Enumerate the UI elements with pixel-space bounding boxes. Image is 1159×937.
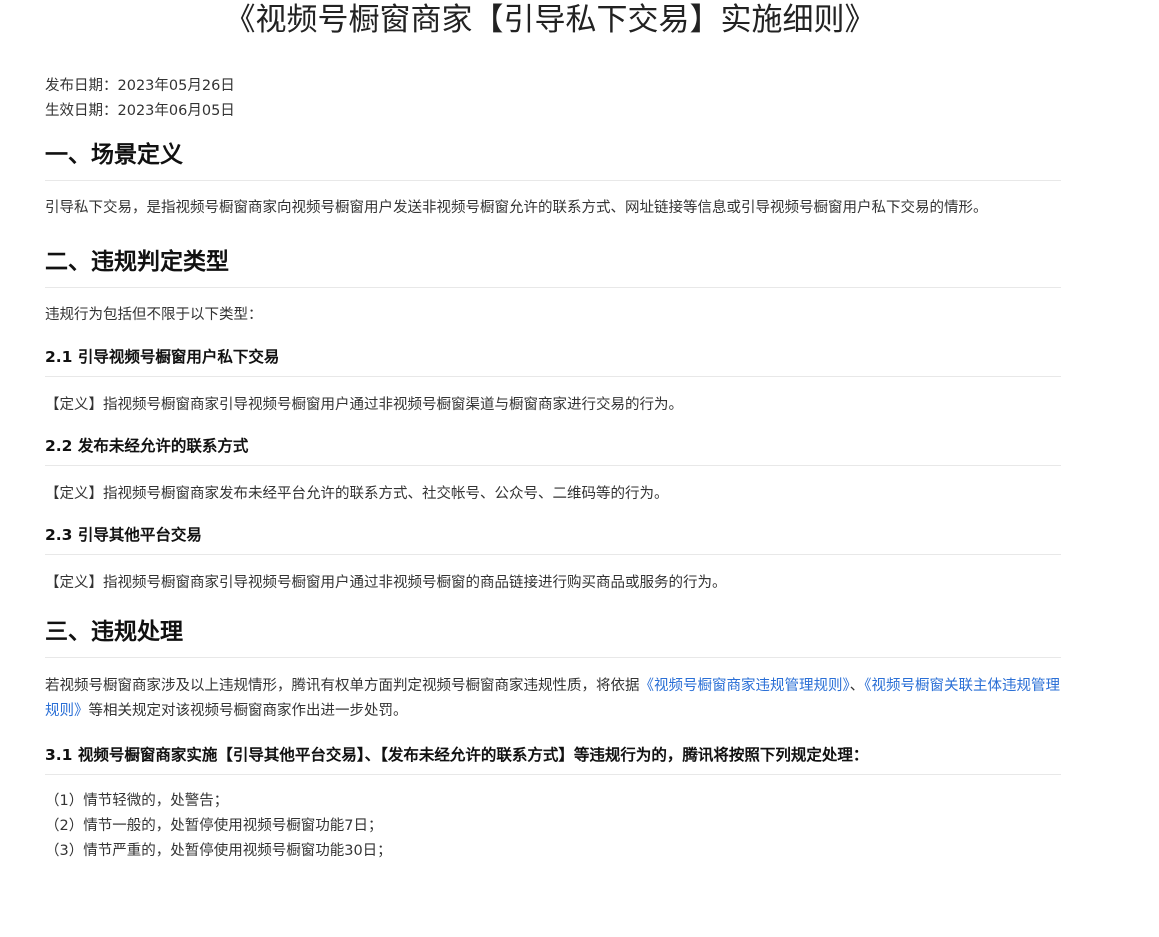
- section-3-body-suffix: 等相关规定对该视频号橱窗商家作出进一步处罚。: [88, 703, 408, 719]
- document-title: 《视频号橱窗商家【引导私下交易】实施细则》: [224, 2, 876, 38]
- effective-date: 生效日期：2023年06月05日: [45, 103, 235, 119]
- subsection-2-3-body: 【定义】指视频号橱窗商家引导视频号橱窗用户通过非视频号橱窗的商品链接进行购买商品…: [45, 575, 727, 591]
- section-3-body: 若视频号橱窗商家涉及以上违规情形，腾讯有权单方面判定视频号橱窗商家违规性质，将依…: [45, 674, 1061, 724]
- subsection-2-2-body: 【定义】指视频号橱窗商家发布未经平台允许的联系方式、社交帐号、公众号、二维码等的…: [45, 486, 669, 502]
- subsection-2-1-heading: 2.1 引导视频号橱窗用户私下交易: [45, 346, 1061, 377]
- penalty-item: （1）情节轻微的，处警告；: [45, 793, 229, 809]
- link-separator: 、: [849, 678, 865, 694]
- violation-rules-link[interactable]: 《视频号橱窗商家违规管理规则》: [640, 678, 850, 694]
- subsection-3-1-heading: 3.1 视频号橱窗商家实施【引导其他平台交易】、【发布未经允许的联系方式】等违规…: [45, 744, 1061, 775]
- section-3-body-prefix: 若视频号橱窗商家涉及以上违规情形，腾讯有权单方面判定视频号橱窗商家违规性质，将依…: [45, 678, 640, 694]
- penalty-list: （1）情节轻微的，处警告； （2）情节一般的，处暂停使用视频号橱窗功能7日； （…: [45, 789, 1061, 864]
- document-content: 发布日期：2023年05月26日 生效日期：2023年06月05日 一、场景定义…: [45, 74, 1061, 864]
- section-2-intro: 违规行为包括但不限于以下类型：: [45, 307, 263, 323]
- penalty-item: （3）情节严重的，处暂停使用视频号橱窗功能30日；: [45, 843, 392, 859]
- publish-date: 发布日期：2023年05月26日: [45, 78, 235, 94]
- penalty-item: （2）情节一般的，处暂停使用视频号橱窗功能7日；: [45, 818, 383, 834]
- subsection-2-1-body: 【定义】指视频号橱窗商家引导视频号橱窗用户通过非视频号橱窗渠道与橱窗商家进行交易…: [45, 397, 683, 413]
- section-3-heading: 三、违规处理: [45, 616, 1061, 658]
- subsection-2-2-heading: 2.2 发布未经允许的联系方式: [45, 435, 1061, 466]
- document-page: 《视频号橱窗商家【引导私下交易】实施细则》 发布日期：2023年05月26日 生…: [0, 0, 1159, 937]
- section-2-heading: 二、违规判定类型: [45, 246, 1061, 288]
- subsection-2-3-heading: 2.3 引导其他平台交易: [45, 524, 1061, 555]
- section-1-body: 引导私下交易，是指视频号橱窗商家向视频号橱窗用户发送非视频号橱窗允许的联系方式、…: [45, 200, 988, 216]
- section-1-heading: 一、场景定义: [45, 139, 1061, 181]
